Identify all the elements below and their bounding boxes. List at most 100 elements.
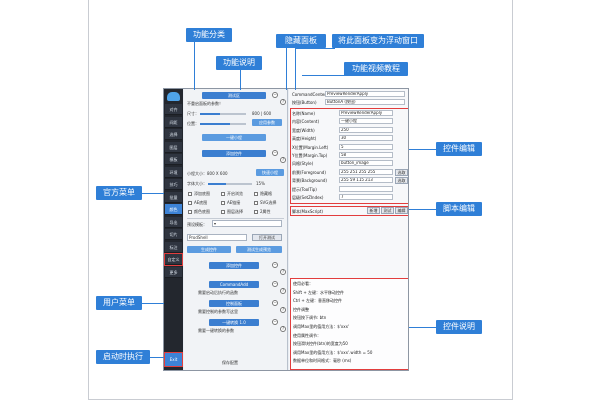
property-label: Y位置(Margin.Top) bbox=[292, 153, 328, 158]
subsection-button[interactable]: 添加控件 bbox=[209, 262, 259, 269]
font-size-label: 字体大小： bbox=[187, 181, 207, 186]
help-icon[interactable]: ? bbox=[280, 288, 286, 294]
subsection-button[interactable]: 一键转换 1.0 bbox=[209, 319, 259, 326]
sidebar-item[interactable]: 切片 bbox=[165, 229, 182, 240]
sidebar-item[interactable]: 对齐 bbox=[165, 104, 182, 115]
property-value-input[interactable]: 250 bbox=[339, 126, 393, 133]
name-input[interactable]: ProdShell bbox=[187, 234, 247, 241]
option-checkbox-label: 颜色底图 bbox=[194, 209, 210, 214]
option-checkbox[interactable] bbox=[221, 201, 225, 205]
help-icon[interactable]: ? bbox=[280, 157, 286, 163]
property-value-input[interactable]: button_image bbox=[339, 160, 393, 167]
collapse-icon[interactable]: − bbox=[272, 281, 278, 287]
property-value-input[interactable]: 30 bbox=[339, 135, 393, 142]
property-value-input[interactable]: 58 bbox=[339, 152, 393, 158]
generate-preview-button[interactable]: 测试生成预览 bbox=[236, 246, 282, 253]
script-label: 脚本(MaxScript) bbox=[292, 209, 323, 214]
script-action-button[interactable]: 测试 bbox=[381, 207, 394, 214]
exit-button[interactable]: Exit bbox=[164, 352, 183, 367]
option-checkbox[interactable] bbox=[188, 210, 192, 214]
apply-params-button[interactable]: 应用参数 bbox=[252, 119, 282, 126]
fast-button[interactable]: 快速小程 bbox=[256, 169, 284, 176]
property-value-input[interactable]: PreviewRenderApply bbox=[339, 110, 393, 116]
sidebar-item[interactable]: 自定义 bbox=[164, 253, 183, 266]
property-value-input[interactable]: 7 bbox=[339, 194, 393, 200]
color-pick-button[interactable]: 选取 bbox=[395, 177, 408, 185]
sidebar: 对齐 间距 选择 图层 模板 环境 技巧 批量 颜色 导出 切片 标注 自定义 更多 Exit bbox=[164, 89, 183, 370]
help-icon[interactable]: ? bbox=[280, 99, 286, 105]
frame-guide-right bbox=[512, 0, 513, 400]
option-checkbox-label: AE链接 bbox=[227, 200, 241, 205]
option-checkbox[interactable] bbox=[254, 201, 258, 205]
collapse-icon[interactable]: − bbox=[272, 300, 278, 306]
sidebar-item[interactable]: 颜色 bbox=[165, 204, 182, 215]
annotation-startup-exec: 启动时执行 bbox=[96, 350, 150, 364]
property-label: X位置(Margin.Left) bbox=[292, 144, 329, 150]
collapse-icon[interactable]: − bbox=[272, 150, 278, 156]
property-value-input[interactable] bbox=[339, 185, 393, 192]
function-panel: 测试区 − 不重启面板的参数！ ? 尺寸： 800 | 600 位置： 应用参数… bbox=[184, 89, 288, 370]
help-icon[interactable]: ? bbox=[280, 307, 286, 313]
app-window: 对齐 间距 选择 图层 模板 环境 技巧 批量 颜色 导出 切片 标注 自定义 更多 Exit 测试区 −… bbox=[163, 88, 409, 371]
property-label: 层级(SetZIndex) bbox=[292, 195, 324, 200]
size-slider[interactable] bbox=[200, 113, 246, 115]
sidebar-item[interactable]: 选择 bbox=[165, 129, 182, 140]
annotation-line bbox=[142, 193, 164, 194]
sidebar-item[interactable]: 标注 bbox=[165, 241, 182, 253]
sidebar-item[interactable]: 批量 bbox=[165, 191, 182, 203]
divider bbox=[187, 218, 284, 219]
property-value-input[interactable]: 255 251 255 255 bbox=[339, 168, 393, 175]
option-checkbox-label: 开启浏览 bbox=[227, 191, 243, 196]
option-checkbox[interactable] bbox=[221, 192, 225, 196]
property-label: 宽度(Width) bbox=[292, 127, 315, 133]
sidebar-item[interactable]: 更多 bbox=[165, 266, 182, 278]
annotation-float-window: 将此面板变为浮动窗口 bbox=[332, 34, 424, 48]
generate-control-button[interactable]: 生成控件 bbox=[187, 246, 231, 253]
option-checkbox[interactable] bbox=[254, 192, 258, 196]
option-checkbox[interactable] bbox=[188, 192, 192, 196]
property-label: 前景(Foreground) bbox=[292, 169, 326, 175]
property-label: 高度(Height) bbox=[292, 136, 317, 142]
script-action-button[interactable]: 编辑 bbox=[395, 207, 408, 214]
help-line: Shift + 左键：水平移动控件 bbox=[293, 289, 344, 295]
option-checkbox-label: SVG选择 bbox=[260, 200, 277, 205]
annotation-control-edit: 控件编辑 bbox=[436, 142, 482, 156]
section-test-button[interactable]: 测试区 bbox=[202, 92, 266, 99]
sidebar-item[interactable]: 导出 bbox=[165, 216, 182, 228]
help-line: 按钮按下调节: btn bbox=[293, 315, 327, 321]
preset-select[interactable]: ▾ bbox=[212, 220, 282, 227]
help-line: 数据单位和时间格式：毫秒 (ms) bbox=[293, 358, 352, 364]
subsection-description: 需要启动后执行的函数 bbox=[198, 290, 238, 295]
subsection-button[interactable]: CommandAdd bbox=[209, 281, 259, 288]
collapse-icon[interactable]: − bbox=[272, 262, 278, 268]
sidebar-item[interactable]: 技巧 bbox=[165, 179, 182, 190]
annotation-line bbox=[409, 149, 436, 150]
sidebar-item[interactable]: 模板 bbox=[165, 154, 182, 165]
annotation-line bbox=[302, 75, 346, 76]
color-pick-button[interactable]: 选取 bbox=[395, 168, 408, 176]
oneclick-button[interactable]: 一键小程 bbox=[202, 134, 266, 141]
property-value-input[interactable]: 5 bbox=[339, 143, 393, 150]
subsection-button[interactable]: 控制面板 bbox=[209, 300, 259, 307]
option-checkbox[interactable] bbox=[221, 210, 225, 214]
help-line: 控件调整 bbox=[293, 306, 309, 312]
help-icon[interactable]: ? bbox=[280, 269, 286, 275]
font-size-slider[interactable] bbox=[208, 183, 252, 185]
property-value-input[interactable]: 一键小程 bbox=[339, 118, 393, 125]
add-control-section-button[interactable]: 添加控件 bbox=[202, 150, 266, 157]
script-action-button[interactable]: 新增 bbox=[367, 207, 380, 214]
annotation-hide-panel: 隐藏面板 bbox=[276, 34, 326, 48]
sidebar-item[interactable]: 图层 bbox=[165, 141, 182, 153]
option-checkbox[interactable] bbox=[254, 210, 258, 214]
collapse-icon[interactable]: − bbox=[272, 319, 278, 325]
option-checkbox[interactable] bbox=[188, 201, 192, 205]
help-icon[interactable]: ? bbox=[280, 326, 286, 332]
property-value-input[interactable]: 255 59 115 213 bbox=[339, 177, 393, 184]
offset-slider[interactable] bbox=[200, 123, 246, 125]
sidebar-item[interactable]: 环境 bbox=[165, 166, 182, 178]
subsection-description: 需要控制的参数写这里 bbox=[198, 309, 238, 314]
collapse-icon[interactable]: − bbox=[272, 92, 278, 98]
frame-guide-left bbox=[88, 0, 89, 400]
sidebar-item[interactable]: 间距 bbox=[165, 116, 182, 128]
run-test-button[interactable]: 打开测试 bbox=[252, 234, 282, 241]
